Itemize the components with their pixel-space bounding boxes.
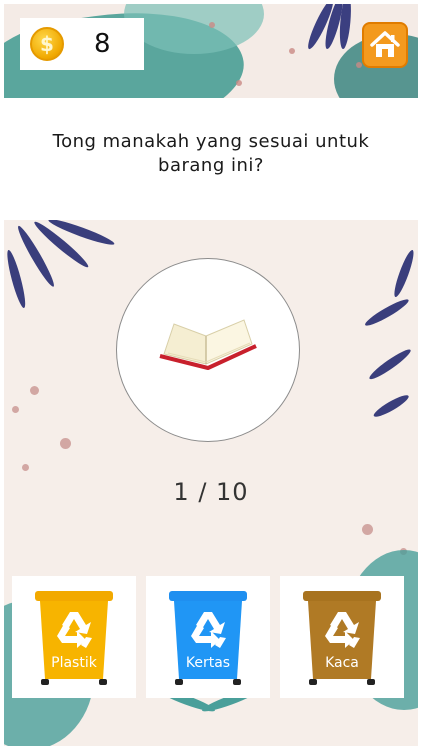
home-icon — [370, 31, 400, 57]
decor-leaf — [366, 346, 414, 383]
decor-leaf — [4, 248, 29, 310]
progress-counter: 1 / 10 — [173, 478, 249, 506]
home-button[interactable] — [362, 22, 408, 68]
plastic-bin-icon: Plastik — [35, 591, 113, 685]
decor-leaf — [371, 392, 411, 420]
coin-counter: $ 8 — [20, 18, 144, 70]
bin-label: Kertas — [186, 655, 230, 671]
decor-dot — [30, 386, 39, 395]
bin-label: Kaca — [325, 655, 359, 671]
coin-icon: $ — [30, 27, 64, 61]
decor-dot — [22, 464, 29, 471]
decor-dot — [362, 524, 373, 535]
decor-leaf — [362, 296, 411, 329]
paper-bin-icon: Kertas — [169, 591, 247, 685]
question-text: Tong manakah yang sesuai untuk barang in… — [52, 131, 370, 176]
decor-dot — [289, 48, 295, 54]
decor-dot — [236, 80, 242, 86]
header-bar: $ 8 — [4, 4, 418, 98]
decor-dot — [356, 62, 362, 68]
decor-dot — [12, 406, 19, 413]
decor-dot — [60, 438, 71, 449]
bin-label: Plastik — [51, 655, 98, 671]
bin-kaca-button[interactable]: Kaca — [280, 576, 404, 698]
play-area: 1 / 10 Plastik Kertas Kaca — [4, 220, 418, 746]
bin-kertas-button[interactable]: Kertas — [146, 576, 270, 698]
open-book-icon — [159, 319, 257, 370]
item-display — [116, 258, 300, 442]
coin-count: 8 — [94, 29, 111, 59]
decor-leaf — [391, 248, 417, 299]
bin-plastik-button[interactable]: Plastik — [12, 576, 136, 698]
glass-bin-icon: Kaca — [303, 591, 381, 685]
decor-dot — [209, 22, 215, 28]
